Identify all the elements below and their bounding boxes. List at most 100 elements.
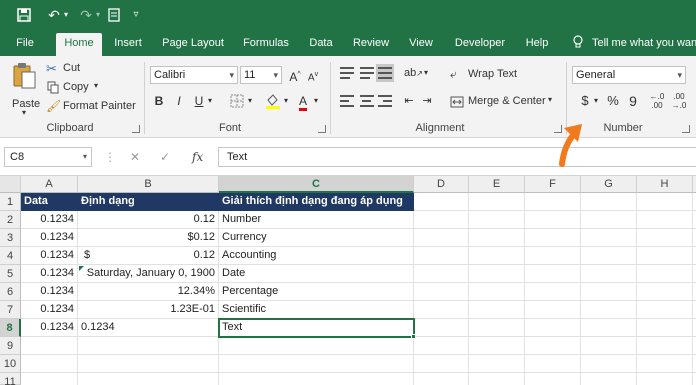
- fill-handle[interactable]: [411, 334, 416, 339]
- row-header[interactable]: 8: [0, 319, 21, 337]
- paste-button[interactable]: Paste ▾: [8, 62, 42, 117]
- error-indicator-icon[interactable]: [79, 266, 84, 271]
- grow-font-button[interactable]: A^: [286, 66, 304, 84]
- column-header-a[interactable]: A: [21, 176, 78, 193]
- font-family-select[interactable]: Calibri ▾: [150, 66, 238, 84]
- table-cell[interactable]: 0.1234: [21, 283, 78, 301]
- font-launcher-icon[interactable]: [318, 125, 326, 133]
- align-left-button[interactable]: [338, 92, 356, 110]
- row-header[interactable]: 9: [0, 337, 21, 355]
- formula-input[interactable]: Text: [218, 147, 696, 167]
- tab-file[interactable]: File: [6, 30, 44, 56]
- borders-dropdown-icon[interactable]: ▾: [246, 92, 254, 110]
- table-cell[interactable]: Scientific: [219, 301, 414, 319]
- currency-dropdown-icon[interactable]: ▾: [592, 92, 600, 110]
- table-cell[interactable]: Percentage: [219, 283, 414, 301]
- tab-developer[interactable]: Developer: [450, 30, 510, 56]
- cut-button[interactable]: ✂ Cut: [46, 61, 106, 77]
- format-painter-button[interactable]: 🖌 Format Painter: [46, 99, 136, 115]
- table-cell[interactable]: 0.1234: [78, 319, 219, 337]
- tab-review[interactable]: Review: [348, 30, 394, 56]
- column-header-h[interactable]: H: [637, 176, 693, 193]
- column-header-f[interactable]: F: [525, 176, 581, 193]
- table-cell[interactable]: Text: [219, 319, 414, 337]
- quick-access-dropdown-icon[interactable]: ▿: [130, 5, 142, 25]
- number-launcher-icon[interactable]: [682, 125, 690, 133]
- table-cell[interactable]: 0.1234: [21, 229, 78, 247]
- bold-button[interactable]: B: [150, 92, 168, 110]
- wrap-text-button[interactable]: ⤶ Wrap Text: [450, 66, 540, 84]
- decrease-indent-button[interactable]: ⇤: [400, 92, 418, 110]
- table-cell[interactable]: 12.34%: [78, 283, 219, 301]
- column-header-e[interactable]: E: [469, 176, 525, 193]
- column-header-g[interactable]: G: [581, 176, 637, 193]
- fill-color-dropdown-icon[interactable]: ▾: [282, 92, 290, 110]
- font-color-dropdown-icon[interactable]: ▾: [312, 92, 320, 110]
- percent-button[interactable]: %: [604, 92, 622, 110]
- row-header[interactable]: 2: [0, 211, 21, 229]
- font-color-button[interactable]: A: [294, 92, 312, 111]
- number-format-select[interactable]: General ▾: [572, 66, 686, 84]
- underline-dropdown-icon[interactable]: ▾: [206, 92, 214, 110]
- column-header-b[interactable]: B: [78, 176, 219, 193]
- orientation-dropdown-icon[interactable]: ▾: [422, 64, 430, 82]
- table-cell[interactable]: Number: [219, 211, 414, 229]
- align-right-button[interactable]: [376, 92, 394, 110]
- tab-help[interactable]: Help: [520, 30, 554, 56]
- table-cell[interactable]: 0.1234: [21, 265, 78, 283]
- enter-icon[interactable]: ✓: [160, 147, 170, 167]
- clipboard-launcher-icon[interactable]: [132, 125, 140, 133]
- bottom-align-button[interactable]: [376, 64, 394, 82]
- orientation-button[interactable]: ab↗: [404, 64, 423, 82]
- tab-page-layout[interactable]: Page Layout: [158, 30, 228, 56]
- table-cell[interactable]: Accounting: [219, 247, 414, 265]
- fill-color-button[interactable]: [264, 92, 282, 110]
- tab-home[interactable]: Home: [56, 33, 102, 56]
- table-cell[interactable]: 1.23E-01: [78, 301, 219, 319]
- redo-icon[interactable]: ↷: [76, 5, 96, 25]
- table-cell[interactable]: $0.12: [78, 229, 219, 247]
- column-header-c[interactable]: C: [219, 176, 414, 193]
- name-box[interactable]: C8 ▾: [4, 147, 92, 167]
- insert-function-button[interactable]: fx: [192, 147, 203, 167]
- table-cell[interactable]: Saturday, January 0, 1900: [78, 265, 219, 283]
- tab-formulas[interactable]: Formulas: [238, 30, 294, 56]
- middle-align-button[interactable]: [358, 64, 376, 82]
- table-header-explanation[interactable]: Giải thích định dạng đang áp dụng: [219, 193, 414, 211]
- row-header[interactable]: 1: [0, 193, 21, 211]
- tab-data[interactable]: Data: [304, 30, 338, 56]
- borders-button[interactable]: [228, 92, 246, 110]
- table-cell[interactable]: 0.1234: [21, 301, 78, 319]
- row-header[interactable]: 6: [0, 283, 21, 301]
- cancel-icon[interactable]: ✕: [130, 147, 140, 167]
- row-header[interactable]: 10: [0, 355, 21, 373]
- tab-insert[interactable]: Insert: [108, 30, 148, 56]
- comma-style-button[interactable]: 9: [624, 92, 642, 110]
- align-center-button[interactable]: [358, 92, 376, 110]
- undo-icon[interactable]: ↶: [44, 5, 64, 25]
- shrink-font-button[interactable]: Av: [304, 66, 322, 84]
- table-cell[interactable]: 0.1234: [21, 247, 78, 265]
- redo-dropdown-icon[interactable]: ▾: [94, 5, 102, 25]
- decrease-decimal-button[interactable]: .00 →.0: [670, 92, 688, 110]
- table-cell[interactable]: 0.1234: [21, 319, 78, 337]
- italic-button[interactable]: I: [170, 92, 188, 110]
- table-header-format[interactable]: Định dạng: [78, 193, 219, 211]
- table-header-data[interactable]: Data: [21, 193, 78, 211]
- table-cell[interactable]: Date: [219, 265, 414, 283]
- font-size-select[interactable]: 11 ▾: [240, 66, 282, 84]
- copy-button[interactable]: Copy ▾: [46, 80, 116, 96]
- row-header[interactable]: 7: [0, 301, 21, 319]
- print-preview-icon[interactable]: [104, 5, 124, 25]
- column-header-d[interactable]: D: [414, 176, 469, 193]
- tab-view[interactable]: View: [404, 30, 438, 56]
- select-all-corner[interactable]: [0, 176, 21, 193]
- save-icon[interactable]: [14, 5, 34, 25]
- row-header[interactable]: 4: [0, 247, 21, 265]
- row-header[interactable]: 5: [0, 265, 21, 283]
- row-header[interactable]: 11: [0, 373, 21, 385]
- table-cell[interactable]: $ 0.12: [78, 247, 219, 265]
- table-cell[interactable]: 0.12: [78, 211, 219, 229]
- top-align-button[interactable]: [338, 64, 356, 82]
- row-header[interactable]: 3: [0, 229, 21, 247]
